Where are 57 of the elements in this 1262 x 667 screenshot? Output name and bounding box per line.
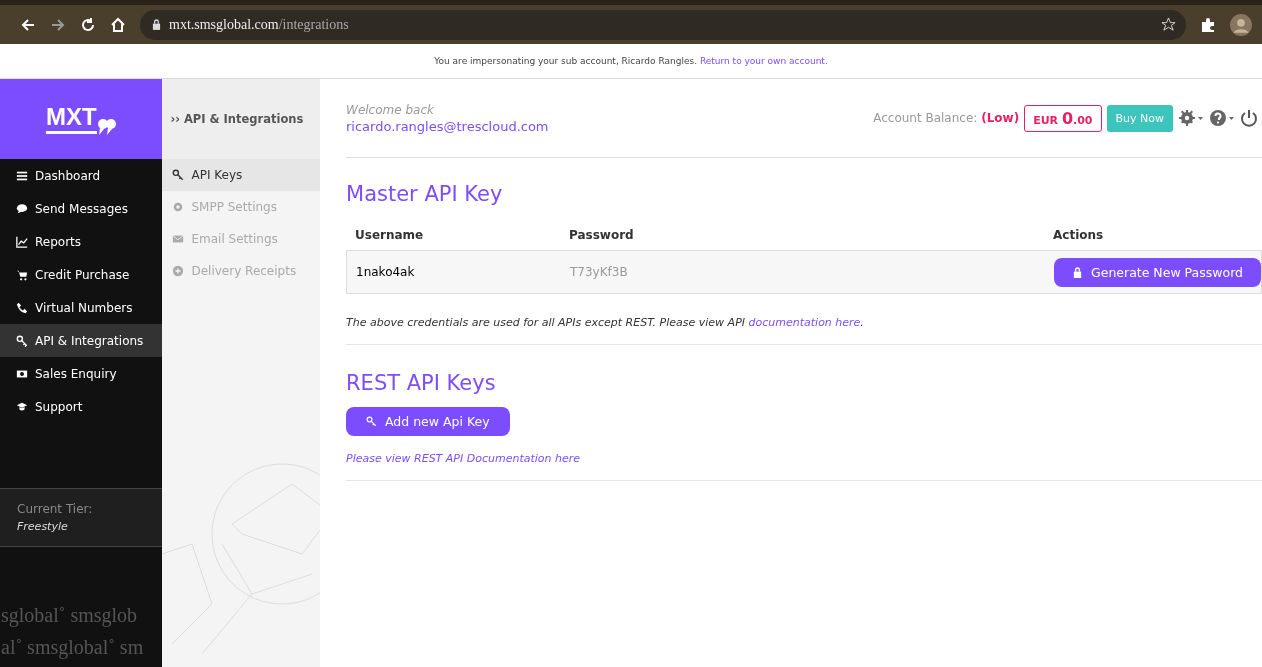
column-header: Username	[354, 228, 425, 242]
address-bar[interactable]: mxt.smsglobal.com/integrations	[140, 9, 1186, 40]
reload-icon[interactable]	[80, 16, 96, 33]
speech-bubble-icon	[16, 202, 28, 215]
plus-circle-icon	[172, 265, 185, 277]
return-link[interactable]: Return to your own account.	[699, 56, 828, 66]
key-icon	[366, 416, 377, 427]
lock-icon	[152, 19, 161, 30]
tier-label: Current Tier:	[17, 502, 94, 516]
sidebar-item[interactable]: Credit Purchase	[0, 258, 163, 291]
brand-pattern-text: al˚ smsglobal˚ sm	[1, 635, 144, 661]
graduation-cap-icon	[16, 400, 28, 413]
submenu-item[interactable]: API Keys	[162, 159, 320, 191]
welcome-text: Welcome back	[346, 102, 435, 117]
lock-icon	[1072, 266, 1083, 278]
impersonation-notice: You are impersonating your sub account, Ricardo Rangles. Return to your own account.	[434, 56, 828, 66]
sidebar-item[interactable]: Sales Enquiry	[0, 357, 163, 390]
key-icon	[16, 334, 28, 347]
credentials-note: The above credentials are used for all APIs except REST. Please view API documentation here.	[346, 316, 865, 329]
help-icon[interactable]	[1209, 109, 1235, 127]
envelope-icon	[172, 233, 185, 245]
balance-amount: EUR 0.00	[1024, 104, 1102, 132]
key-icon	[172, 169, 185, 181]
account-email[interactable]: ricardo.rangles@trescloud.com	[346, 118, 549, 134]
brand-pattern-text: sglobal˚ smsglob	[1, 603, 138, 629]
star-icon[interactable]	[1161, 17, 1176, 32]
url-text: mxt.smsglobal.com/integrations	[169, 16, 350, 33]
mxt-logo[interactable]: MXT	[43, 98, 119, 140]
menu-icon	[16, 169, 28, 182]
sidebar-item[interactable]: API & Integrations	[0, 324, 163, 357]
sidebar-item[interactable]: Dashboard	[0, 159, 163, 192]
section-heading: REST API Keys	[346, 371, 497, 395]
sidebar-item[interactable]: Reports	[0, 225, 163, 258]
documentation-link[interactable]: documentation here	[748, 316, 861, 329]
power-icon[interactable]	[1240, 109, 1258, 127]
section-heading: Master API Key	[346, 182, 504, 206]
back-icon[interactable]	[20, 16, 36, 33]
sidebar-item[interactable]: Support	[0, 390, 163, 423]
puzzle-icon[interactable]	[1200, 16, 1216, 33]
column-header: Actions	[1052, 228, 1105, 242]
forward-icon[interactable]	[50, 16, 66, 33]
password-cell-text: T73yKf3B	[569, 265, 629, 279]
rest-documentation-link[interactable]: Please view REST API Documentation here	[346, 452, 581, 465]
sidebar-item[interactable]: Send Messages	[0, 192, 163, 225]
cart-icon	[16, 268, 28, 281]
column-header: Password	[568, 228, 635, 242]
section-title: ›› API & Integrations	[162, 79, 320, 159]
avatar-icon[interactable]	[1230, 13, 1252, 36]
generate-password-button[interactable]: Generate New Password	[1054, 257, 1261, 287]
username-cell-text: 1nako4ak	[355, 265, 416, 279]
tier-value: Freestyle	[17, 520, 69, 533]
phone-icon	[16, 301, 28, 314]
sidebar-item[interactable]: Virtual Numbers	[0, 291, 163, 324]
line-chart-icon	[16, 235, 28, 248]
home-icon[interactable]	[110, 16, 126, 33]
add-api-key-button[interactable]: Add new Api Key	[346, 407, 510, 436]
balance-label: Account Balance: (Low)	[873, 111, 1020, 125]
